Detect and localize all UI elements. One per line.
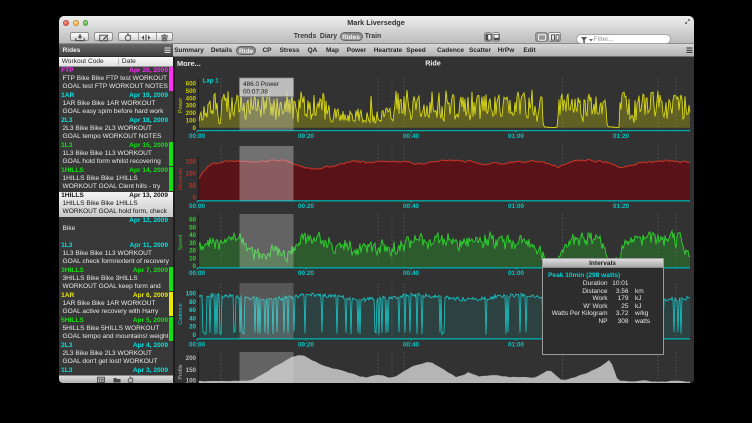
svg-text:01:20: 01:20 [613, 203, 630, 210]
svg-text:00:40: 00:40 [403, 203, 420, 210]
svg-text:01:20: 01:20 [613, 133, 630, 140]
svg-text:00:00: 00:00 [189, 341, 206, 348]
svg-text:100: 100 [186, 170, 197, 177]
svg-text:00:00: 00:00 [189, 203, 206, 210]
svg-text:200: 200 [186, 110, 197, 117]
svg-text:01:00: 01:00 [508, 203, 525, 210]
svg-text:50: 50 [189, 224, 196, 231]
svg-text:100: 100 [186, 118, 197, 125]
svg-text:0: 0 [193, 194, 197, 201]
svg-text:20: 20 [189, 324, 196, 331]
svg-text:600: 600 [186, 81, 197, 88]
svg-text:More...: More... [177, 59, 201, 68]
svg-text:Lap 1: Lap 1 [203, 78, 220, 85]
svg-text:100: 100 [186, 291, 197, 298]
svg-text:00:00: 00:00 [189, 133, 206, 140]
svg-text:01:00: 01:00 [508, 133, 525, 140]
svg-text:300: 300 [186, 103, 197, 110]
svg-text:00:07:38: 00:07:38 [243, 88, 268, 95]
svg-text:00:40: 00:40 [403, 270, 420, 277]
svg-text:400: 400 [186, 95, 197, 102]
svg-text:01:00: 01:00 [508, 270, 525, 277]
svg-text:500: 500 [186, 88, 197, 95]
svg-text:60: 60 [189, 217, 196, 224]
svg-text:30: 30 [189, 240, 196, 247]
svg-text:150: 150 [186, 367, 197, 374]
svg-text:150: 150 [186, 158, 197, 165]
svg-text:486.0 Power: 486.0 Power [243, 81, 280, 88]
svg-text:40: 40 [189, 232, 196, 239]
svg-text:Profile: Profile [178, 364, 184, 379]
svg-text:60: 60 [189, 307, 196, 314]
svg-text:10: 10 [189, 255, 196, 262]
svg-text:00:20: 00:20 [298, 341, 315, 348]
svg-text:40: 40 [189, 315, 196, 322]
svg-text:100: 100 [186, 377, 197, 383]
svg-text:Ride: Ride [425, 59, 441, 68]
svg-text:0: 0 [193, 125, 197, 132]
svg-text:0: 0 [193, 332, 197, 339]
svg-text:00:40: 00:40 [403, 133, 420, 140]
svg-text:01:00: 01:00 [508, 341, 525, 348]
svg-text:Speed: Speed [178, 235, 184, 251]
svg-text:00:20: 00:20 [298, 270, 315, 277]
svg-text:80: 80 [189, 299, 196, 306]
svg-text:0: 0 [193, 263, 197, 270]
svg-text:200: 200 [186, 355, 197, 362]
svg-text:00:20: 00:20 [298, 203, 315, 210]
svg-text:00:20: 00:20 [298, 133, 315, 140]
svg-text:20: 20 [189, 248, 196, 255]
svg-text:50: 50 [189, 182, 196, 189]
svg-text:Power: Power [178, 98, 184, 113]
svg-text:00:40: 00:40 [403, 341, 420, 348]
svg-text:00:00: 00:00 [189, 270, 206, 277]
svg-text:Heartrate: Heartrate [178, 168, 184, 190]
svg-text:Cadence: Cadence [178, 303, 184, 325]
